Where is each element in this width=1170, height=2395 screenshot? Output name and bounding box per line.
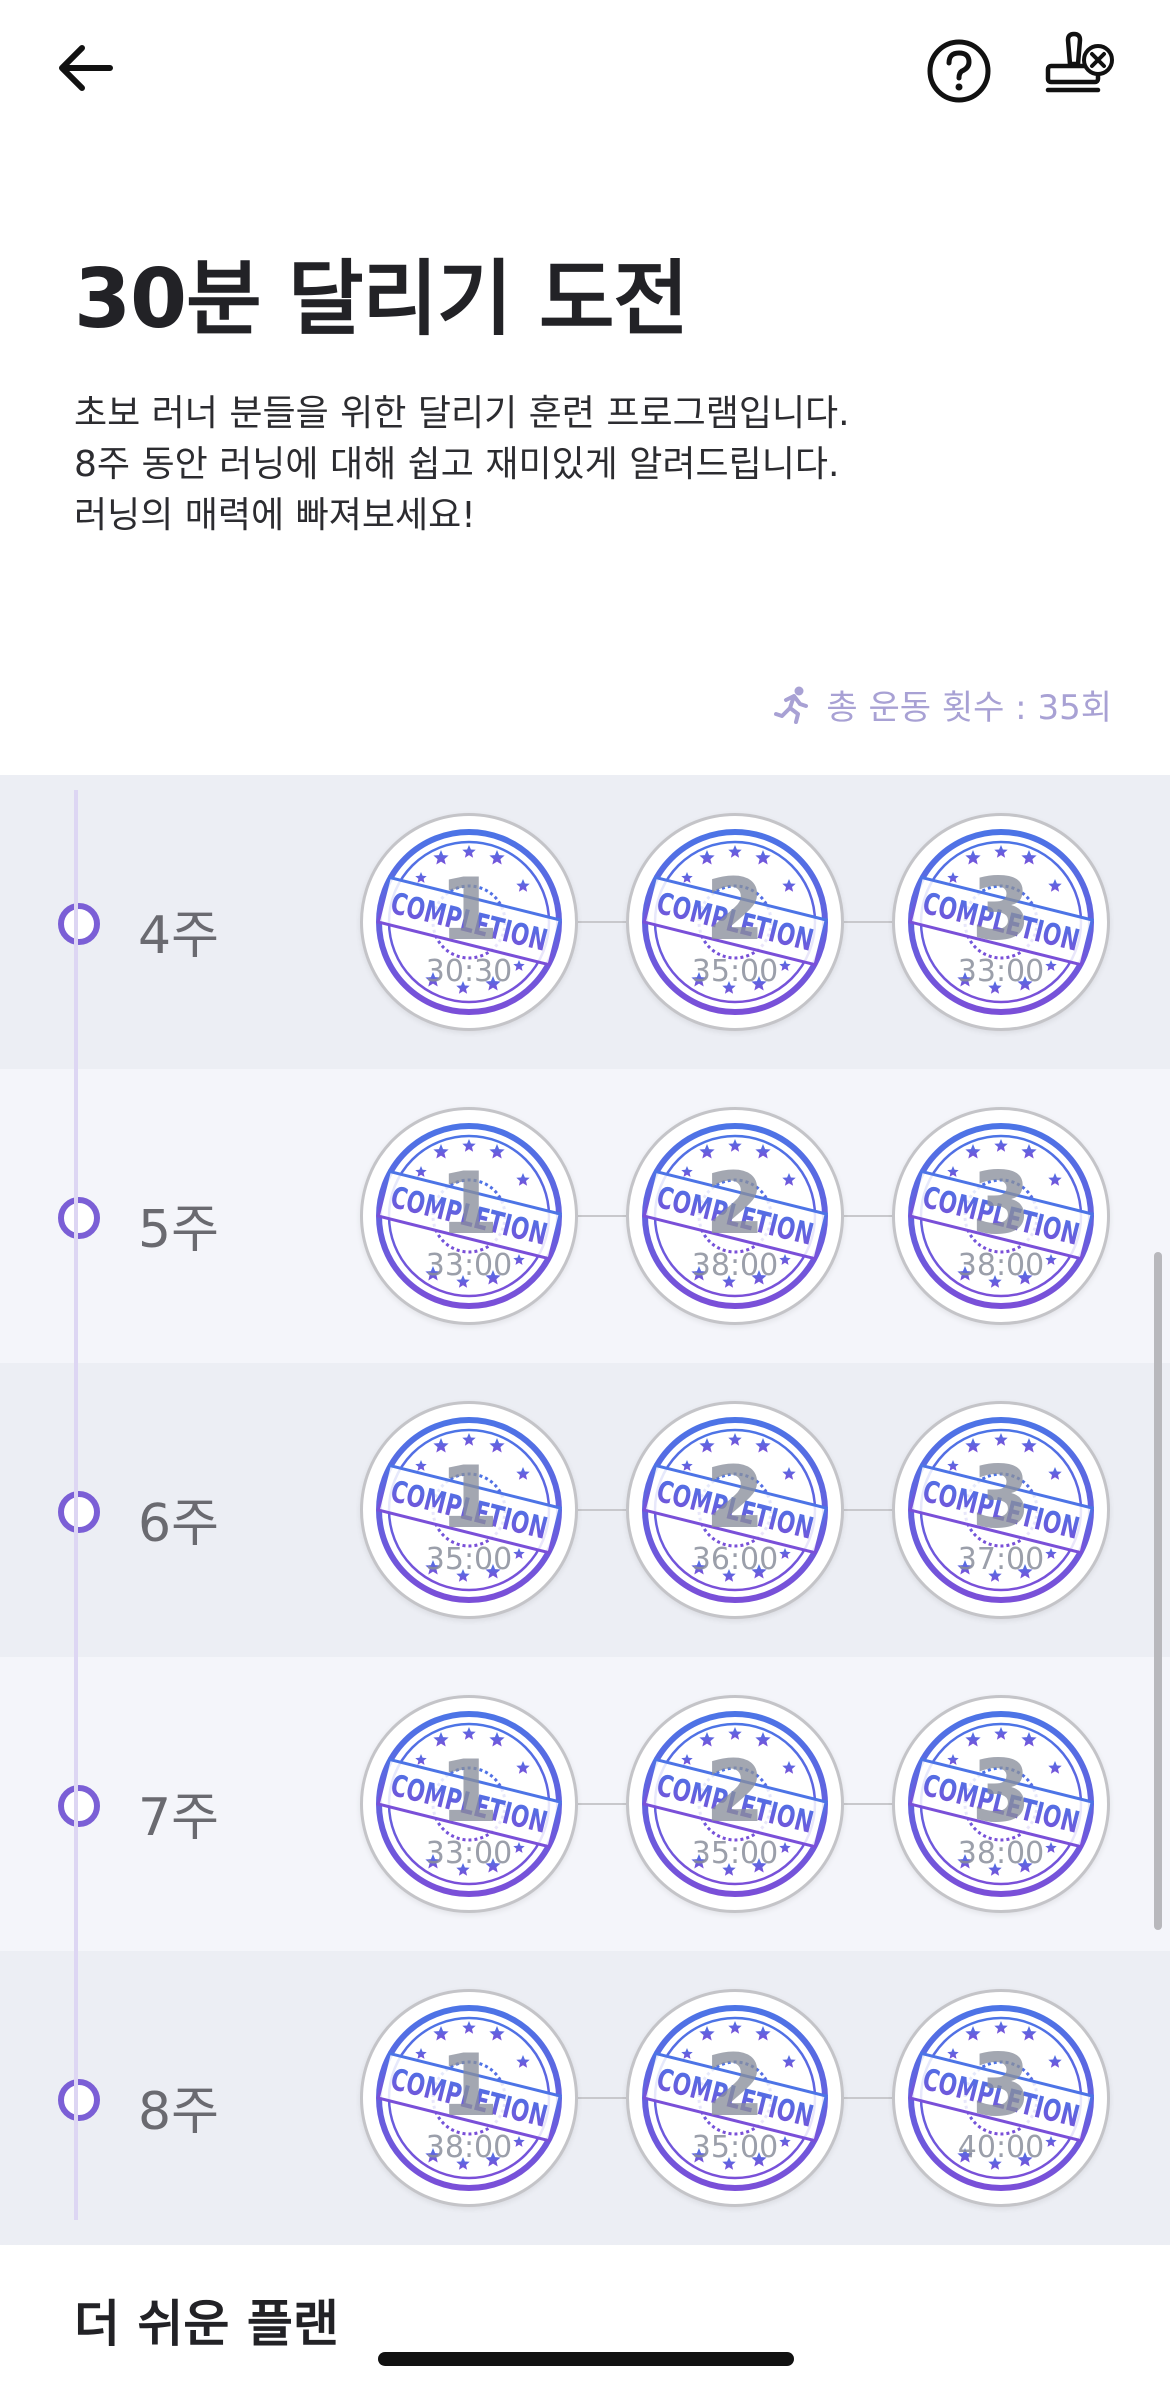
session-stamp[interactable]: COMPLETION 1 33:00: [360, 1695, 578, 1913]
session-number: 3: [971, 1742, 1031, 1842]
session-connector: [844, 2097, 894, 2099]
session-number: 2: [705, 2036, 765, 2136]
easier-plan-heading: 더 쉬운 플랜: [74, 2295, 339, 2353]
total-workouts: 총 운동 횟수 : 35회: [772, 680, 1112, 728]
session-connector: [844, 1215, 894, 1217]
home-indicator: [378, 2352, 794, 2366]
session-time: 35:00: [691, 1836, 779, 1871]
session-stamp[interactable]: COMPLETION 3 38:00: [892, 1107, 1110, 1325]
weekly-schedule: 4주 COMPLETION 1 30:30 COMPLETION 2 35:00 COM…: [0, 775, 1170, 2245]
session-time: 40:00: [957, 2130, 1045, 2165]
session-connector: [844, 1509, 894, 1511]
session-time: 30:30: [425, 954, 513, 989]
session-number: 1: [439, 1154, 499, 1254]
session-number: 2: [705, 1154, 765, 1254]
session-stamp[interactable]: COMPLETION 2 35:00: [626, 1695, 844, 1913]
session-number: 2: [705, 1448, 765, 1548]
session-time: 38:00: [691, 1248, 779, 1283]
program-description: 초보 러너 분들을 위한 달리기 훈련 프로그램입니다. 8주 동안 러닝에 대…: [74, 388, 850, 541]
page-title: 30분 달리기 도전: [74, 252, 689, 347]
week-row: 4주 COMPLETION 1 30:30 COMPLETION 2 35:00 COM…: [0, 775, 1170, 1069]
session-stamp[interactable]: COMPLETION 3 40:00: [892, 1989, 1110, 2207]
session-stamp[interactable]: COMPLETION 1 35:00: [360, 1401, 578, 1619]
session-time: 35:00: [425, 1542, 513, 1577]
week-label: 6주: [138, 1494, 219, 1554]
session-time: 33:00: [957, 954, 1045, 989]
session-connector: [844, 1803, 894, 1805]
timeline-line: [74, 790, 78, 2220]
session-time: 35:00: [691, 954, 779, 989]
arrow-left-icon: [59, 45, 113, 91]
session-time: 38:00: [957, 1836, 1045, 1871]
timeline-dot: [58, 1785, 100, 1827]
session-number: 1: [439, 1448, 499, 1548]
session-number: 1: [439, 860, 499, 960]
session-stamp[interactable]: COMPLETION 1 33:00: [360, 1107, 578, 1325]
session-time: 36:00: [691, 1542, 779, 1577]
week-row: 6주 COMPLETION 1 35:00 COMPLETION 2 36:00 COM…: [0, 1363, 1170, 1657]
total-workouts-label: 총 운동 횟수 : 35회: [826, 687, 1112, 728]
session-stamp[interactable]: COMPLETION 1 38:00: [360, 1989, 578, 2207]
session-connector: [844, 921, 894, 923]
session-number: 2: [705, 860, 765, 960]
session-number: 3: [971, 1448, 1031, 1548]
timeline-dot: [58, 2079, 100, 2121]
timeline-dot: [58, 903, 100, 945]
week-label: 8주: [138, 2082, 219, 2142]
description-line: 8주 동안 러닝에 대해 쉽고 재미있게 알려드립니다.: [74, 444, 840, 485]
session-number: 1: [439, 2036, 499, 2136]
session-stamp[interactable]: COMPLETION 2 35:00: [626, 813, 844, 1031]
session-time: 37:00: [957, 1542, 1045, 1577]
back-button[interactable]: [52, 34, 124, 106]
session-stamp[interactable]: COMPLETION 3 38:00: [892, 1695, 1110, 1913]
week-row: 8주 COMPLETION 1 38:00 COMPLETION 2 35:00 COM…: [0, 1951, 1170, 2245]
session-connector: [578, 2097, 628, 2099]
week-row: 5주 COMPLETION 1 33:00 COMPLETION 2 38:00 COM…: [0, 1069, 1170, 1363]
week-label: 7주: [138, 1788, 219, 1848]
session-stamp[interactable]: COMPLETION 2 35:00: [626, 1989, 844, 2207]
session-time: 38:00: [425, 2130, 513, 2165]
session-number: 3: [971, 860, 1031, 960]
help-button[interactable]: [924, 36, 994, 106]
session-number: 3: [971, 1154, 1031, 1254]
stamp-x-icon: [1045, 31, 1114, 93]
session-stamp[interactable]: COMPLETION 3 33:00: [892, 813, 1110, 1031]
top-bar: [0, 0, 1170, 140]
session-connector: [578, 921, 628, 923]
session-number: 1: [439, 1742, 499, 1842]
session-stamp[interactable]: COMPLETION 3 37:00: [892, 1401, 1110, 1619]
week-label: 4주: [138, 906, 219, 966]
running-icon: [774, 686, 809, 724]
session-time: 38:00: [957, 1248, 1045, 1283]
session-number: 3: [971, 2036, 1031, 2136]
session-stamp[interactable]: COMPLETION 1 30:30: [360, 813, 578, 1031]
session-time: 33:00: [425, 1248, 513, 1283]
stamp-reset-button[interactable]: [1036, 30, 1116, 110]
session-connector: [578, 1803, 628, 1805]
week-row: 7주 COMPLETION 1 33:00 COMPLETION 2 35:00 COM…: [0, 1657, 1170, 1951]
session-time: 33:00: [425, 1836, 513, 1871]
description-line: 러닝의 매력에 빠져보세요!: [74, 495, 476, 536]
session-stamp[interactable]: COMPLETION 2 38:00: [626, 1107, 844, 1325]
session-time: 35:00: [691, 2130, 779, 2165]
week-label: 5주: [138, 1200, 219, 1260]
session-connector: [578, 1509, 628, 1511]
scrollbar[interactable]: [1154, 1252, 1162, 1930]
timeline-dot: [58, 1491, 100, 1533]
question-circle-icon: [927, 39, 991, 103]
session-stamp[interactable]: COMPLETION 2 36:00: [626, 1401, 844, 1619]
description-line: 초보 러너 분들을 위한 달리기 훈련 프로그램입니다.: [74, 393, 850, 434]
timeline-dot: [58, 1197, 100, 1239]
session-connector: [578, 1215, 628, 1217]
session-number: 2: [705, 1742, 765, 1842]
